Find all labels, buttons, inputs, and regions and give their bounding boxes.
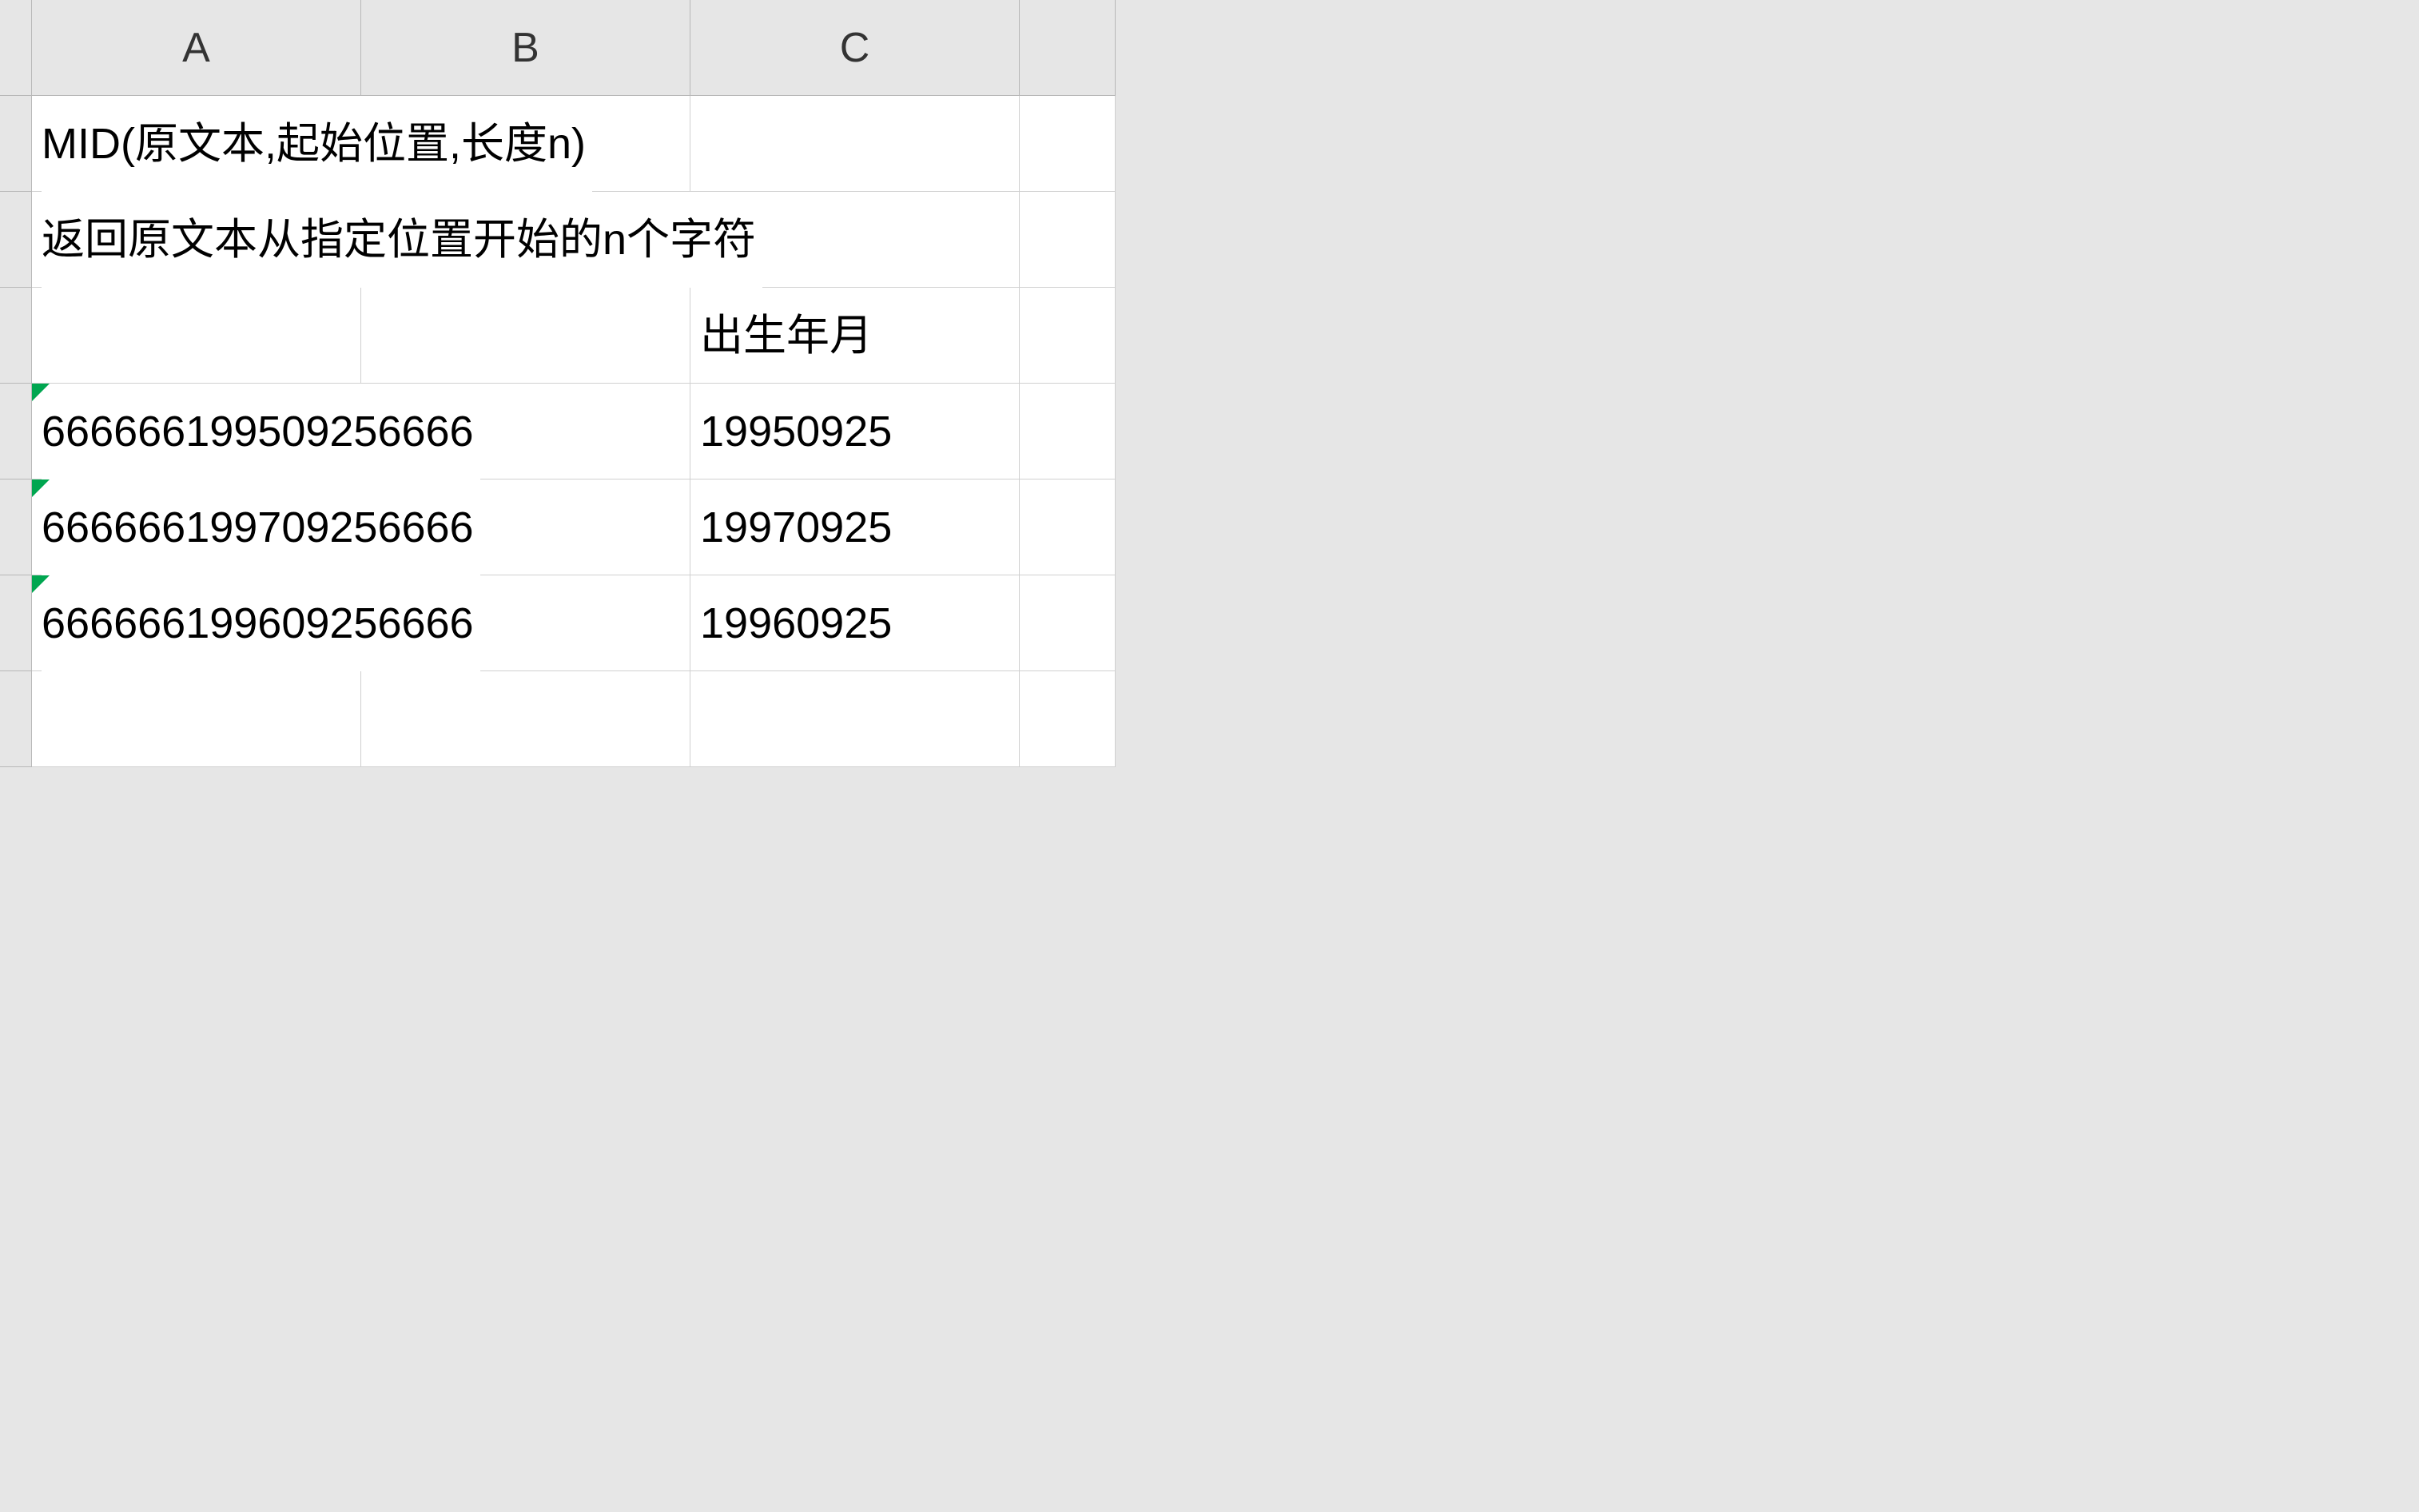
column-header-A[interactable]: A	[32, 0, 361, 96]
row-header-4[interactable]	[0, 384, 32, 479]
cell-D5[interactable]	[1020, 479, 1116, 575]
row-header-2[interactable]	[0, 192, 32, 288]
cell-A5-text: 666666199709256666	[42, 479, 480, 575]
row-header-7[interactable]	[0, 671, 32, 767]
cell-D3[interactable]	[1020, 288, 1116, 384]
cell-D7[interactable]	[1020, 671, 1116, 767]
cell-C5[interactable]: 19970925	[690, 479, 1020, 575]
text-format-marker	[32, 575, 50, 593]
row-header-5[interactable]	[0, 479, 32, 575]
cell-A2[interactable]: 返回原文本从指定位置开始的n个字符	[32, 192, 361, 288]
row-header-6[interactable]	[0, 575, 32, 671]
cell-A1-text: MID(原文本,起始位置,长度n)	[42, 96, 592, 192]
cell-A1[interactable]: MID(原文本,起始位置,长度n)	[32, 96, 361, 192]
cell-C6[interactable]: 19960925	[690, 575, 1020, 671]
cell-A5[interactable]: 666666199709256666	[32, 479, 361, 575]
column-header-B[interactable]: B	[361, 0, 690, 96]
text-format-marker	[32, 384, 50, 401]
cell-A4-text: 666666199509256666	[42, 384, 480, 479]
cell-D2[interactable]	[1020, 192, 1116, 288]
cell-A3[interactable]	[32, 288, 361, 384]
spreadsheet-grid: A B C MID(原文本,起始位置,长度n) 返回原文本从指定位置开始的n个字…	[0, 0, 2419, 767]
cell-D4[interactable]	[1020, 384, 1116, 479]
cell-D6[interactable]	[1020, 575, 1116, 671]
cell-C1[interactable]	[690, 96, 1020, 192]
row-header-1[interactable]	[0, 96, 32, 192]
column-header-D[interactable]	[1020, 0, 1116, 96]
cell-B7[interactable]	[361, 671, 690, 767]
cell-C3[interactable]: 出生年月	[690, 288, 1020, 384]
cell-D1[interactable]	[1020, 96, 1116, 192]
cell-A4[interactable]: 666666199509256666	[32, 384, 361, 479]
cell-C4[interactable]: 19950925	[690, 384, 1020, 479]
cell-A2-text: 返回原文本从指定位置开始的n个字符	[42, 192, 762, 288]
row-header-3[interactable]	[0, 288, 32, 384]
text-format-marker	[32, 479, 50, 497]
select-all-corner[interactable]	[0, 0, 32, 96]
cell-A6-text: 666666199609256666	[42, 575, 480, 671]
column-header-C[interactable]: C	[690, 0, 1020, 96]
cell-C7[interactable]	[690, 671, 1020, 767]
cell-A6[interactable]: 666666199609256666	[32, 575, 361, 671]
cell-A7[interactable]	[32, 671, 361, 767]
cell-B3[interactable]	[361, 288, 690, 384]
